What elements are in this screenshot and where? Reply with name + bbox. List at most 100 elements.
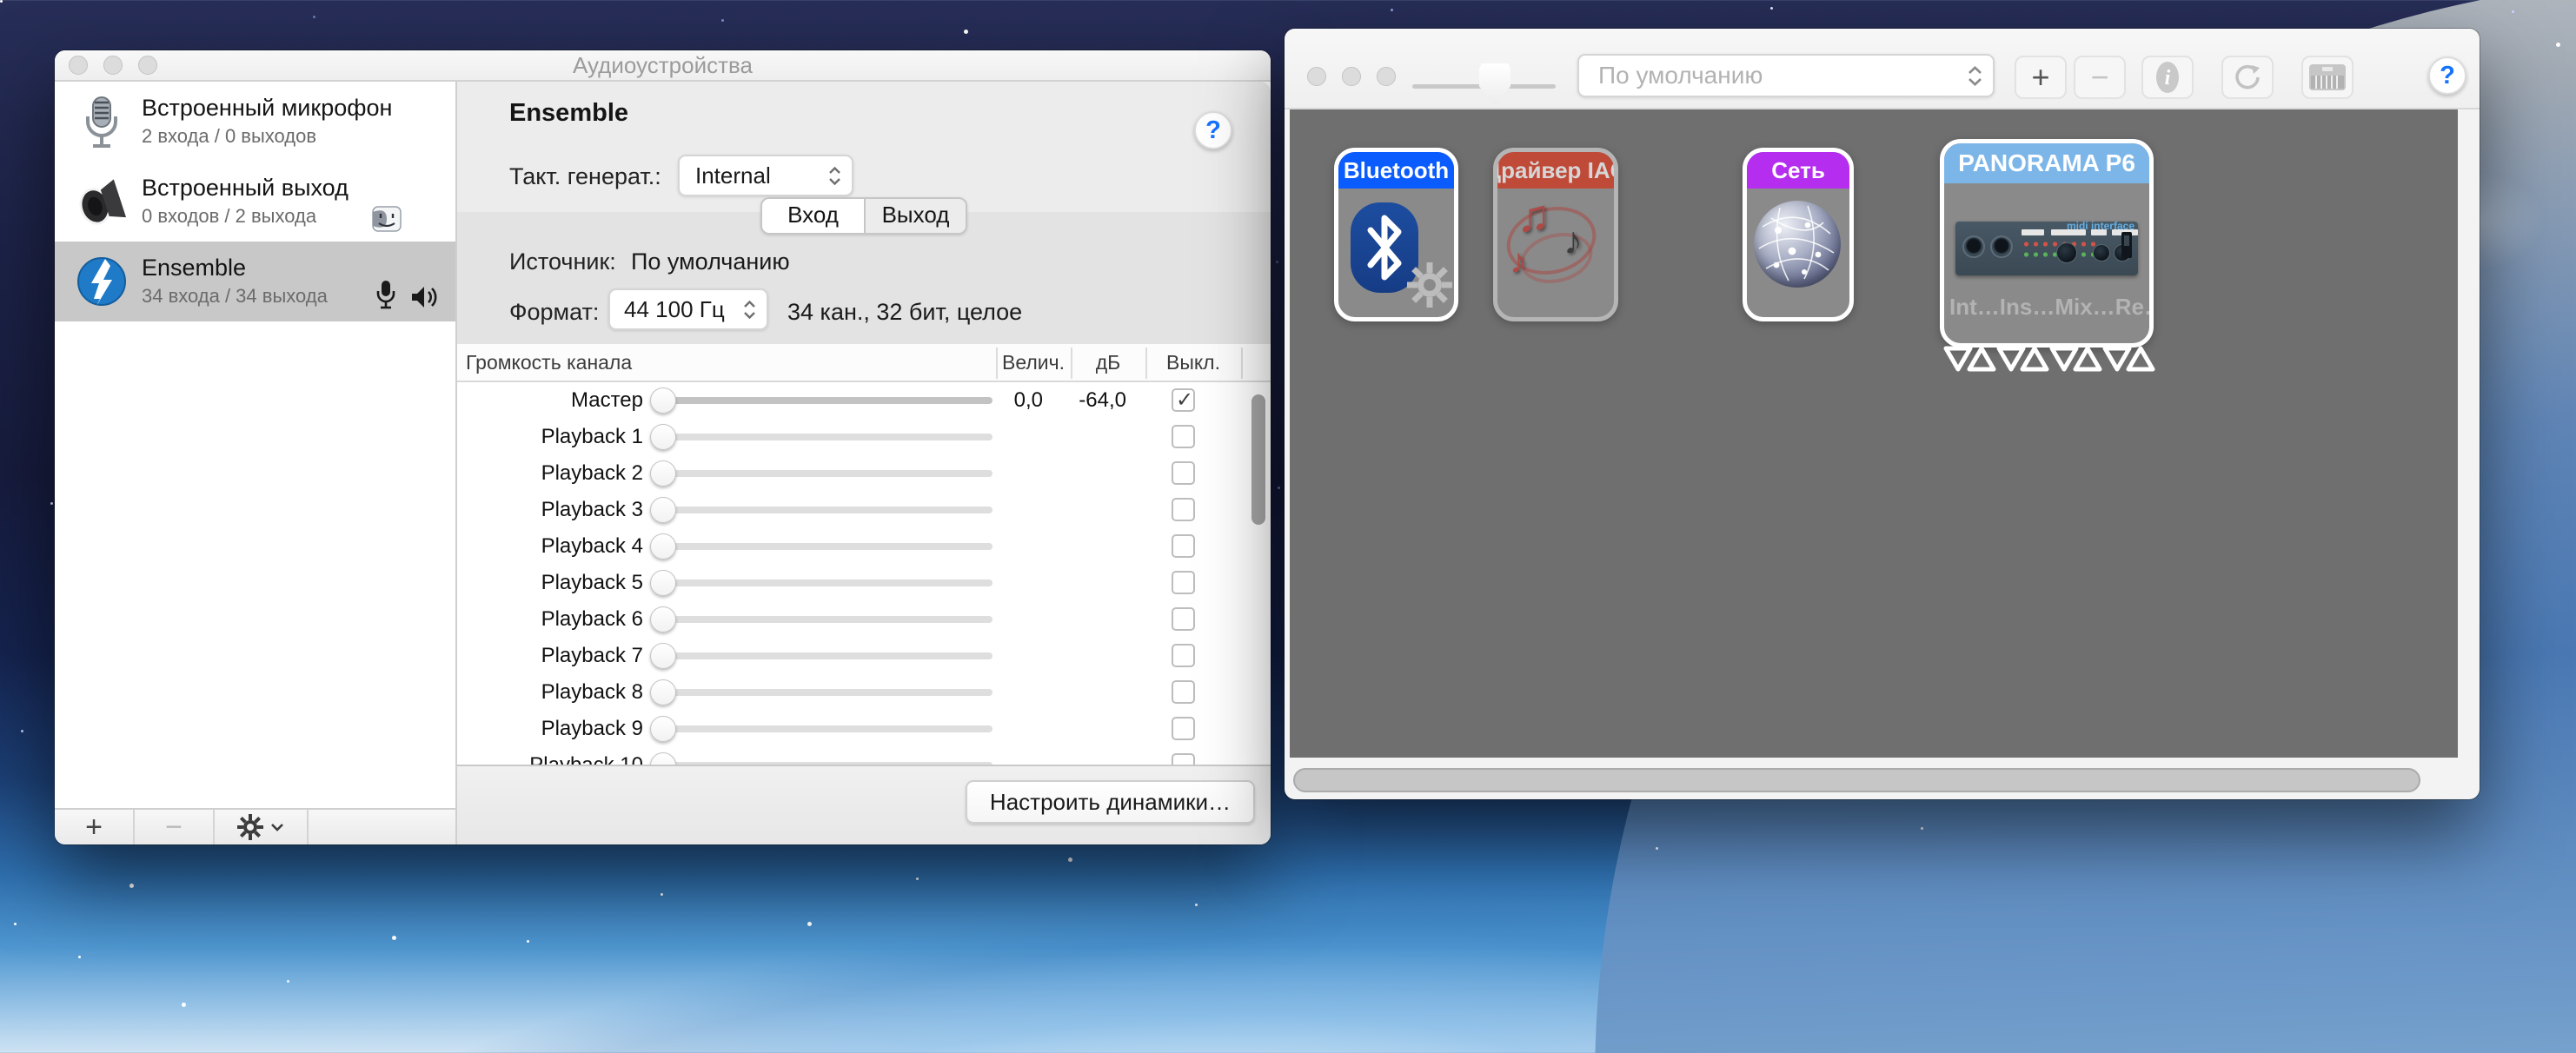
table-scrollbar-thumb[interactable] [1251,394,1265,525]
midi-device-iac-driver[interactable]: Драйвер IAC ♫ ♪ ♪ [1493,148,1618,321]
show-info-button[interactable]: i [2141,56,2194,99]
source-value: По умолчанию [631,248,790,275]
minimize-button[interactable] [103,56,123,75]
volume-slider[interactable] [654,616,993,623]
volume-slider[interactable] [654,652,993,659]
info-icon: i [2154,61,2181,94]
close-button[interactable] [1307,67,1326,86]
volume-slider[interactable] [654,689,993,696]
mute-checkbox[interactable] [1172,680,1195,704]
device-row-ensemble[interactable]: Ensemble 34 входа / 34 выхода [55,242,455,321]
audio-window-titlebar[interactable]: Аудиоустройства [55,50,1271,82]
slider-knob[interactable] [650,570,676,596]
device-detail-panel: Ensemble Такт. генерат.: Internal ? Вход… [457,82,1271,844]
channel-name: Playback 4 [457,534,643,559]
stepper-arrows-icon [828,167,852,185]
channel-volume-table: Громкость канала Велич. дБ Выкл. Мастер … [457,344,1271,765]
rack-power-switch [2121,232,2132,258]
gear-icon [237,814,263,840]
midi-port-connector-pair[interactable] [1943,346,1996,372]
volume-slider[interactable] [654,579,993,586]
help-button[interactable]: ? [2428,56,2466,95]
device-row-builtin-mic[interactable]: Встроенный микрофон 2 входа / 0 выходов [55,82,455,162]
midi-device-bluetooth[interactable]: Bluetooth [1334,148,1458,321]
music-note-icon: ♪ [1510,242,1527,281]
horizontal-scrollbar[interactable] [1291,766,2455,794]
mute-checkbox[interactable] [1172,498,1195,521]
device-name: Встроенный микрофон [142,92,447,123]
channel-name: Playback 7 [457,644,643,668]
channel-name: Мастер [457,388,643,413]
mute-checkbox[interactable] [1172,425,1195,448]
slider-knob[interactable] [650,679,676,705]
detail-device-title: Ensemble [509,99,628,128]
mute-checkbox[interactable] [1172,717,1195,740]
rack-knob [2093,244,2110,262]
volume-slider[interactable] [654,434,993,440]
volume-slider[interactable] [654,725,993,732]
remove-device-button[interactable]: − [135,810,215,844]
midi-din-port-icon [1962,235,1985,258]
midi-studio-canvas[interactable]: Bluetooth [1290,109,2458,758]
slider-knob[interactable] [650,533,676,560]
mute-checkbox[interactable] [1172,607,1195,631]
volume-slider[interactable] [654,543,993,550]
actions-menu-button[interactable] [215,810,309,844]
slider-knob[interactable] [650,424,676,450]
volume-slider[interactable] [654,470,993,477]
tab-input[interactable]: Вход [762,199,864,233]
channel-name: Playback 2 [457,461,643,486]
clock-source-popup[interactable]: Internal [678,155,853,196]
format-popup[interactable]: 44 100 Гц [608,288,768,330]
add-device-button[interactable]: + [2015,56,2067,99]
slider-knob[interactable] [650,643,676,669]
mute-checkbox[interactable] [1172,753,1195,765]
midi-port-label: Ins… [2000,294,2055,321]
midi-port-connector-pair[interactable] [2102,346,2155,372]
remove-device-button[interactable]: − [2074,56,2126,99]
mute-checkbox[interactable] [1172,644,1195,667]
midi-device-panorama-p6[interactable]: PANORAMA P6 midi interface [1940,139,2154,348]
horizontal-scrollbar-thumb[interactable] [1293,768,2420,792]
midi-toolbar[interactable]: По умолчанию + − i [1285,29,2480,109]
svg-text:i: i [2165,67,2171,89]
midi-device-network[interactable]: Сеть [1743,148,1854,321]
volume-slider[interactable] [654,507,993,513]
zoom-slider-thumb[interactable] [1479,63,1510,105]
slider-knob[interactable] [650,716,676,742]
chevron-down-icon [270,823,284,831]
slider-knob[interactable] [650,752,676,765]
slider-knob[interactable] [650,606,676,632]
configuration-popup[interactable]: По умолчанию [1577,54,1995,97]
minimize-button[interactable] [1342,67,1361,86]
mute-checkbox[interactable] [1172,534,1195,558]
device-row-builtin-output[interactable]: Встроенный выход 0 входов / 2 выхода [55,162,455,242]
close-button[interactable] [69,56,88,75]
slider-knob[interactable] [650,387,676,414]
device-card-title: Сеть [1747,152,1849,189]
traffic-lights [1307,67,1396,86]
midi-port-connector-pair[interactable] [2049,346,2102,372]
channel-rows: Мастер 0,0 -64,0 Playback 1 [457,382,1271,765]
audio-devices-window: Аудиоустройства Встроенный микрофон 2 вх… [55,50,1271,844]
tab-output[interactable]: Выход [864,199,966,233]
channel-db: -64,0 [1053,388,1126,413]
rescan-midi-button[interactable] [2221,56,2274,99]
add-device-button[interactable]: + [55,810,135,844]
help-button[interactable]: ? [1194,111,1232,149]
device-name: Встроенный выход [142,172,447,203]
midi-port-connector-pair[interactable] [1996,346,2049,372]
test-setup-button[interactable] [2301,56,2354,99]
zoom-button[interactable] [1377,67,1396,86]
mute-checkbox[interactable] [1172,571,1195,594]
slider-knob[interactable] [650,460,676,487]
music-note-icon: ♪ [1564,220,1583,263]
slider-knob[interactable] [650,497,676,523]
configure-speakers-button[interactable]: Настроить динамики… [966,780,1255,824]
zoom-button[interactable] [138,56,157,75]
mute-checkbox[interactable] [1172,461,1195,485]
port-out-triangle-icon [2020,346,2049,372]
channel-row: Мастер 0,0 -64,0 [457,382,1271,419]
mute-checkbox[interactable] [1172,388,1195,412]
volume-slider[interactable] [654,397,993,404]
